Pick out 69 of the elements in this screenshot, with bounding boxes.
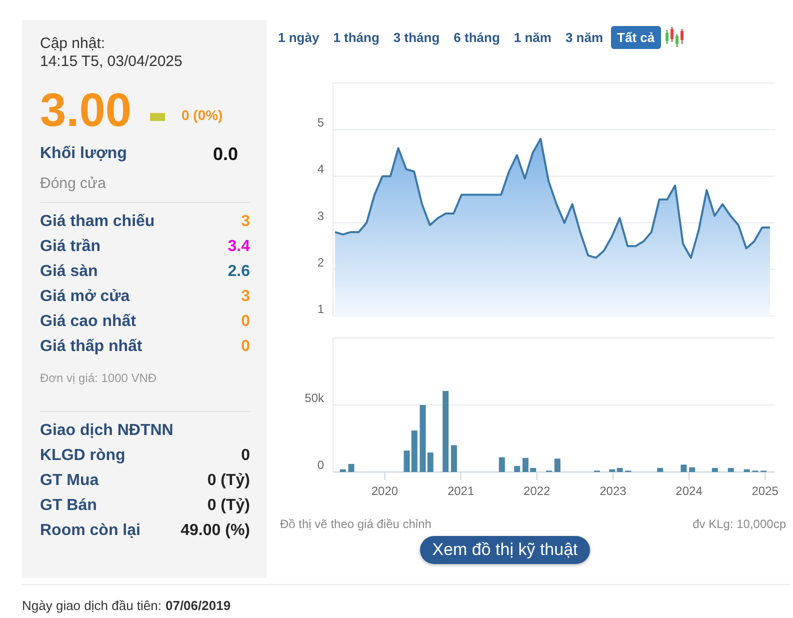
price-unit-note: Đơn vị giá: 1000 VNĐ	[40, 371, 158, 385]
axis-label: 2	[317, 255, 324, 270]
range-tab[interactable]: 1 ngày	[272, 26, 326, 48]
volume-bar	[340, 469, 346, 472]
axis-label: 3	[317, 208, 324, 223]
range-tab[interactable]: 6 tháng	[448, 26, 506, 48]
price-label: Giá trần	[40, 238, 100, 256]
volume-label: Khối lượng	[40, 145, 127, 163]
volume-value: 0.0	[212, 144, 238, 164]
session-status: Đóng cửa	[40, 175, 107, 192]
candlestick-icon[interactable]	[664, 26, 684, 48]
volume-bar	[657, 468, 664, 472]
volume-bar	[728, 468, 734, 472]
price-label: Giá thấp nhất	[40, 338, 142, 356]
price-value: 2.6	[228, 262, 250, 280]
price-label: Giá tham chiếu	[40, 212, 155, 230]
volume-bar	[554, 458, 560, 472]
axis-label: 1	[317, 302, 324, 316]
price-value: 0	[241, 338, 250, 356]
axis-label: 2020	[371, 484, 398, 498]
volume-bar	[450, 445, 457, 472]
axis-label: 2025	[752, 484, 778, 498]
foreign-value: 0 (Tỷ)	[207, 472, 250, 490]
volume-bar	[530, 468, 536, 472]
price-value: 3.4	[228, 238, 250, 256]
foreign-label: KLGD ròng	[40, 446, 126, 464]
volume-bar	[498, 457, 505, 472]
volume-bar	[348, 464, 354, 472]
foreign-value: 0 (Tỷ)	[207, 496, 250, 514]
range-tab[interactable]: 3 năm	[559, 26, 610, 48]
current-price: 3.00	[40, 82, 132, 136]
volume-unit-note: đv KLg: 10,000cp	[692, 517, 786, 531]
volume-bar	[744, 469, 750, 472]
axis-label: 2021	[447, 484, 474, 498]
foreign-label: GT Bán	[40, 496, 97, 514]
volume-bar	[514, 466, 520, 472]
volume-bar	[689, 467, 696, 472]
axis-label: 0	[317, 458, 324, 472]
technical-chart-button[interactable]: Xem đồ thị kỹ thuật	[420, 536, 590, 564]
price-label: Giá sàn	[40, 262, 98, 280]
price-label: Giá cao nhất	[40, 312, 136, 330]
volume-bar	[680, 464, 687, 472]
price-change: 0 (0%)	[181, 107, 223, 123]
foreign-value: 0	[241, 446, 250, 464]
foreign-value: 49.00 (%)	[180, 522, 250, 540]
range-tab[interactable]: 3 tháng	[387, 26, 446, 48]
price-value: 0	[241, 312, 250, 330]
foreign-trade-title: Giao dịch NĐTNN	[40, 421, 174, 441]
axis-label: 5	[317, 116, 324, 130]
foreign-label: Room còn lại	[40, 522, 140, 540]
axis-label: 50k	[304, 391, 324, 405]
volume-bar	[712, 468, 718, 472]
range-tab[interactable]: Tất cả	[611, 26, 661, 48]
first-trade-label: Ngày giao dịch đầu tiên:	[22, 598, 162, 613]
range-tab[interactable]: 1 năm	[508, 26, 558, 48]
volume-bar	[522, 458, 528, 472]
chart-note: Đồ thị vẽ theo giá điều chỉnh	[280, 517, 432, 531]
axis-label: 2024	[676, 484, 702, 498]
first-trade-date: 07/06/2019	[165, 598, 231, 613]
range-tab[interactable]: 1 tháng	[327, 26, 386, 48]
price-value: 3	[241, 212, 250, 230]
axis-label: 2022	[524, 484, 550, 498]
axis-label: 4	[317, 162, 324, 176]
update-label: Cập nhật:	[40, 35, 106, 53]
axis-label: 2023	[600, 484, 626, 498]
price-value: 3	[241, 288, 250, 306]
foreign-label: GT Mua	[40, 472, 99, 490]
update-time: 14:15 T5, 03/04/2025	[40, 53, 184, 71]
price-label: Giá mở cửa	[40, 288, 130, 306]
